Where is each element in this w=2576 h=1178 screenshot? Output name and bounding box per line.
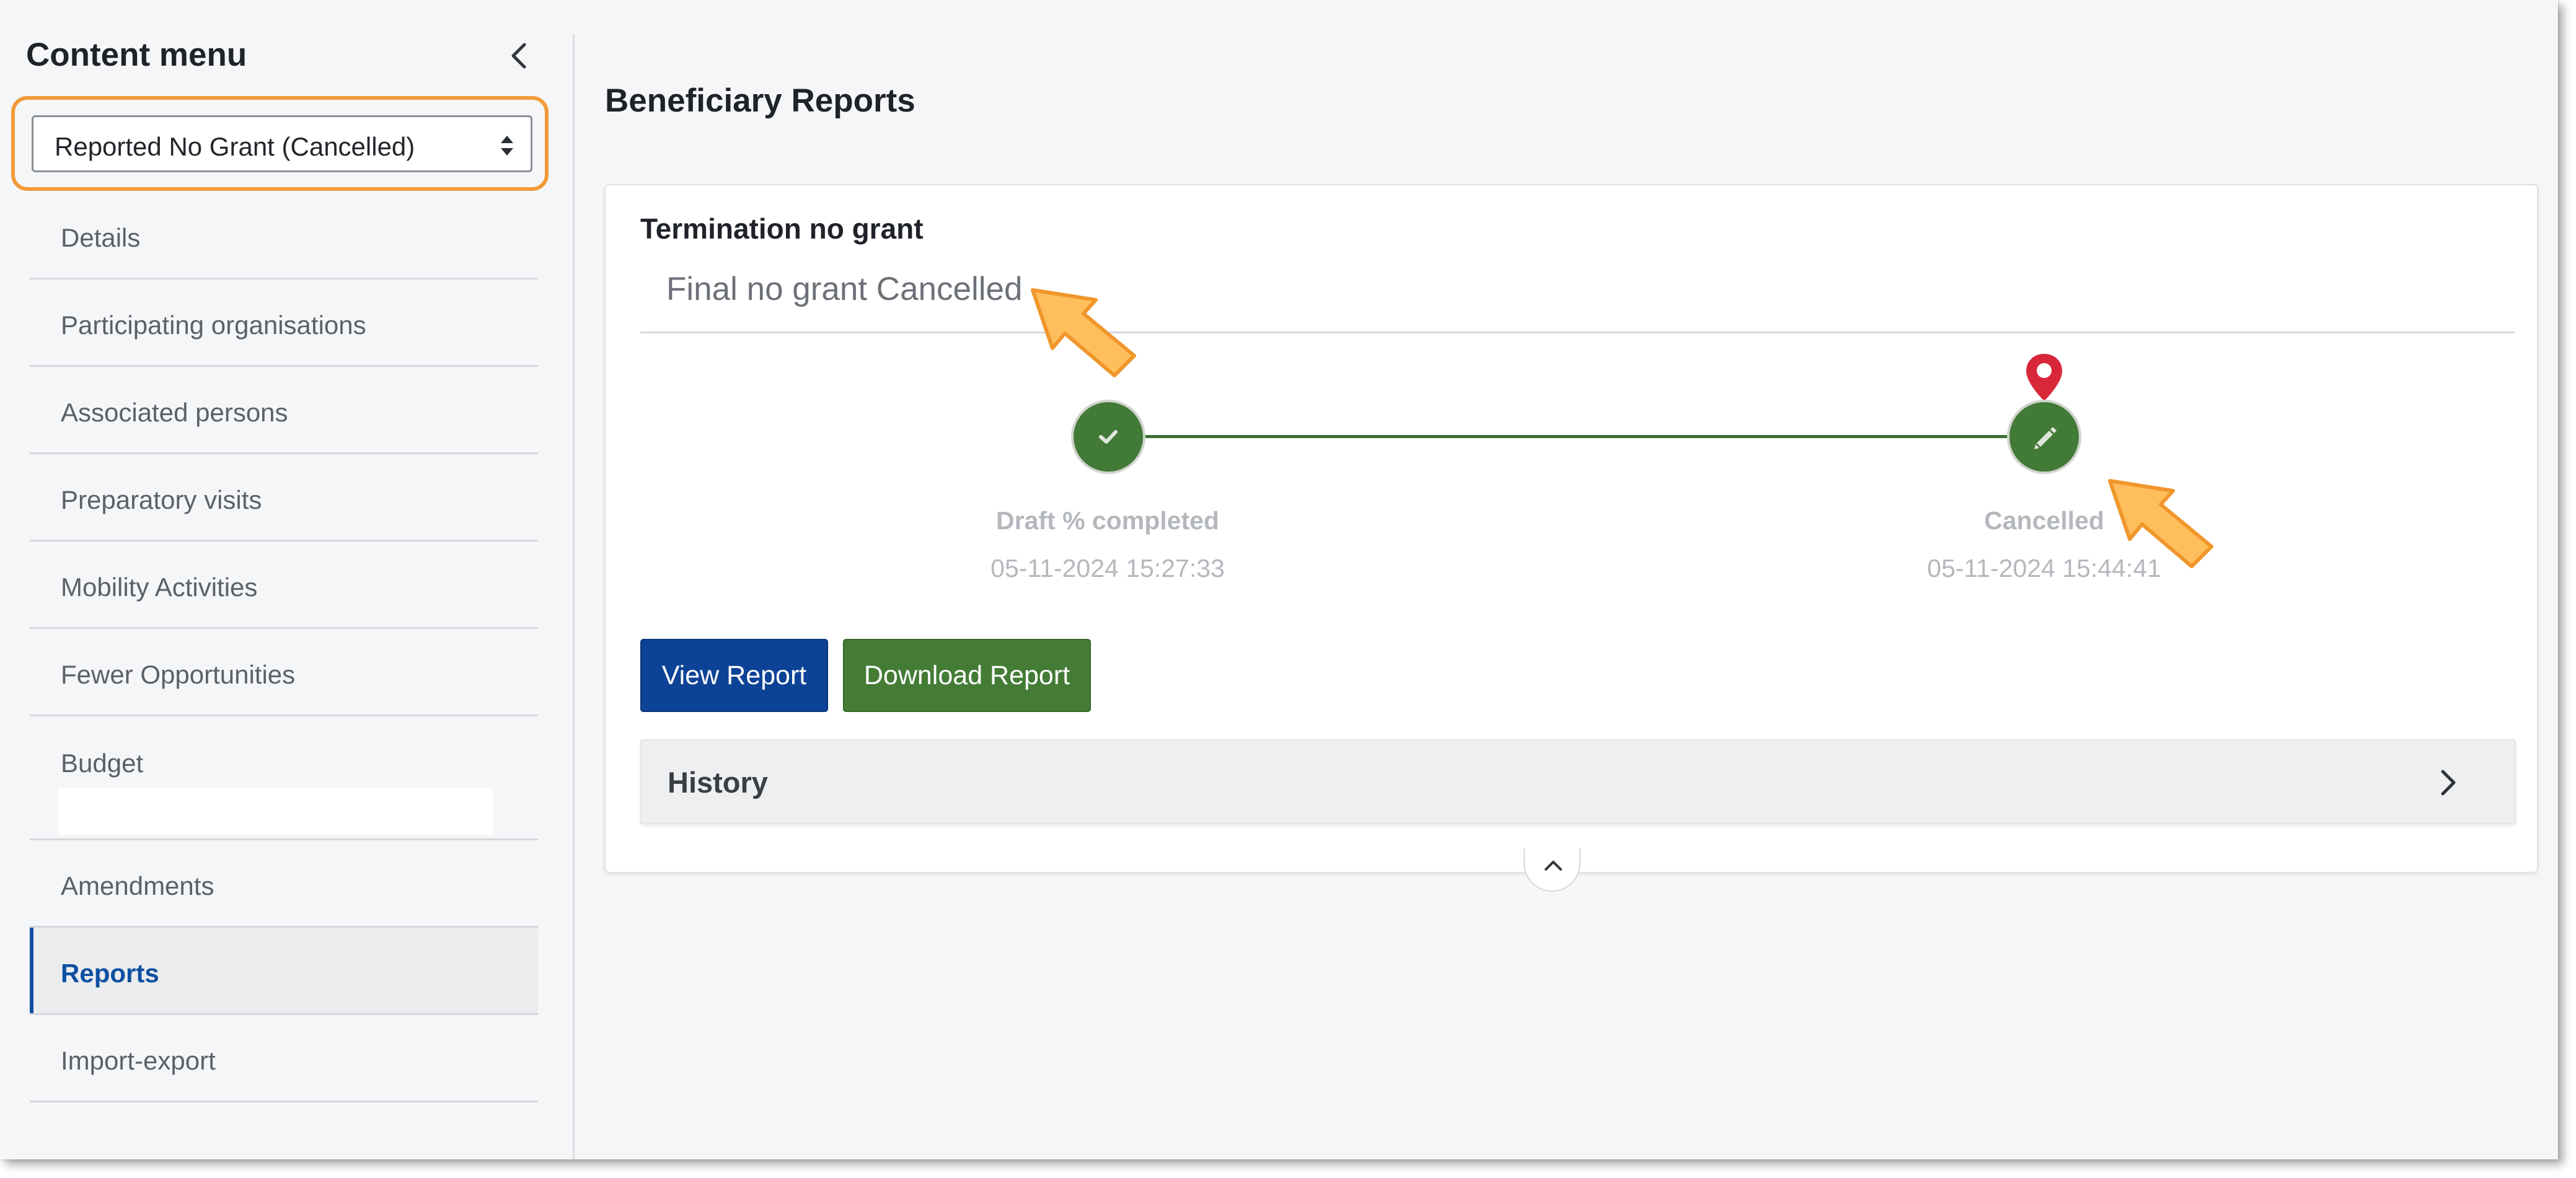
sidebar-title: Content menu [26, 37, 247, 73]
report-selector-value: Reported No Grant (Cancelled) [55, 132, 415, 161]
report-status: Final no grant Cancelled [666, 271, 1023, 307]
history-label: History [668, 766, 768, 799]
sort-caret-icon [501, 136, 513, 156]
sidebar-divider [573, 34, 575, 1159]
divider [640, 332, 2515, 333]
download-report-button[interactable]: Download Report [843, 639, 1091, 712]
collapse-sidebar-button[interactable] [501, 37, 538, 74]
chevron-left-icon [511, 43, 526, 69]
collapse-card-button[interactable] [1524, 848, 1581, 892]
location-pin-icon [2026, 354, 2062, 401]
sidebar-item-label: Amendments [61, 871, 214, 900]
sidebar-item-label: Import-export [61, 1046, 216, 1075]
sidebar-item-fewer-opportunities[interactable]: Fewer Opportunities [30, 629, 538, 716]
callout-arrow-icon [1031, 288, 1136, 377]
sidebar-item-label: Associated persons [61, 398, 288, 427]
sidebar-item-amendments[interactable]: Amendments [30, 840, 538, 928]
content-sidebar: Content menu Reported No Grant (Cancelle… [0, 0, 573, 1159]
sidebar-item-preparatory-visits[interactable]: Preparatory visits [30, 454, 538, 542]
timeline-step-label: Draft % completed [996, 506, 1219, 535]
chevron-up-icon [1545, 861, 1562, 871]
timeline-step-cancelled [2007, 400, 2081, 474]
report-type-label: Termination no grant [640, 213, 924, 245]
check-icon [1099, 430, 1118, 444]
sidebar-item-import-export[interactable]: Import-export [30, 1015, 538, 1102]
callout-arrow-icon [2108, 479, 2213, 568]
report-selector[interactable]: Reported No Grant (Cancelled) [32, 115, 532, 172]
report-card: Termination no grant Final no grant Canc… [604, 184, 2538, 892]
sidebar-item-associated-persons[interactable]: Associated persons [30, 367, 538, 454]
history-accordion[interactable]: History [640, 739, 2516, 824]
sidebar-item-label: Reports [61, 959, 159, 988]
sidebar-item-details[interactable]: Details [30, 192, 538, 279]
sidebar-item-label: Details [61, 223, 141, 252]
sidebar-item-label: Participating organisations [61, 310, 366, 340]
sidebar-item-participating-organisations[interactable]: Participating organisations [30, 279, 538, 367]
page-title: Beneficiary Reports [605, 82, 915, 119]
sidebar-item-label: Budget [61, 749, 144, 778]
select-highlight: Reported No Grant (Cancelled) [11, 96, 549, 191]
timeline-connector [1119, 435, 2055, 438]
sidebar-item-label: Preparatory visits [61, 485, 262, 514]
pencil-icon [2034, 427, 2057, 449]
timeline-step-draft [1071, 400, 1145, 474]
view-report-button[interactable]: View Report [640, 639, 828, 712]
sidebar-item-label: Fewer Opportunities [61, 660, 296, 689]
timeline-step-date: 05-11-2024 15:27:33 [990, 554, 1225, 582]
app-window: Content menu Reported No Grant (Cancelle… [0, 0, 2558, 1159]
budget-subitem-placeholder [58, 788, 493, 835]
sidebar-item-label: Mobility Activities [61, 573, 258, 602]
sidebar-menu: Details Participating organisations Asso… [30, 192, 538, 1102]
sidebar-item-reports[interactable]: Reports [30, 928, 538, 1015]
chevron-right-icon [2441, 770, 2456, 796]
sidebar-item-mobility-activities[interactable]: Mobility Activities [30, 542, 538, 629]
sidebar-item-budget[interactable]: Budget [30, 716, 538, 840]
